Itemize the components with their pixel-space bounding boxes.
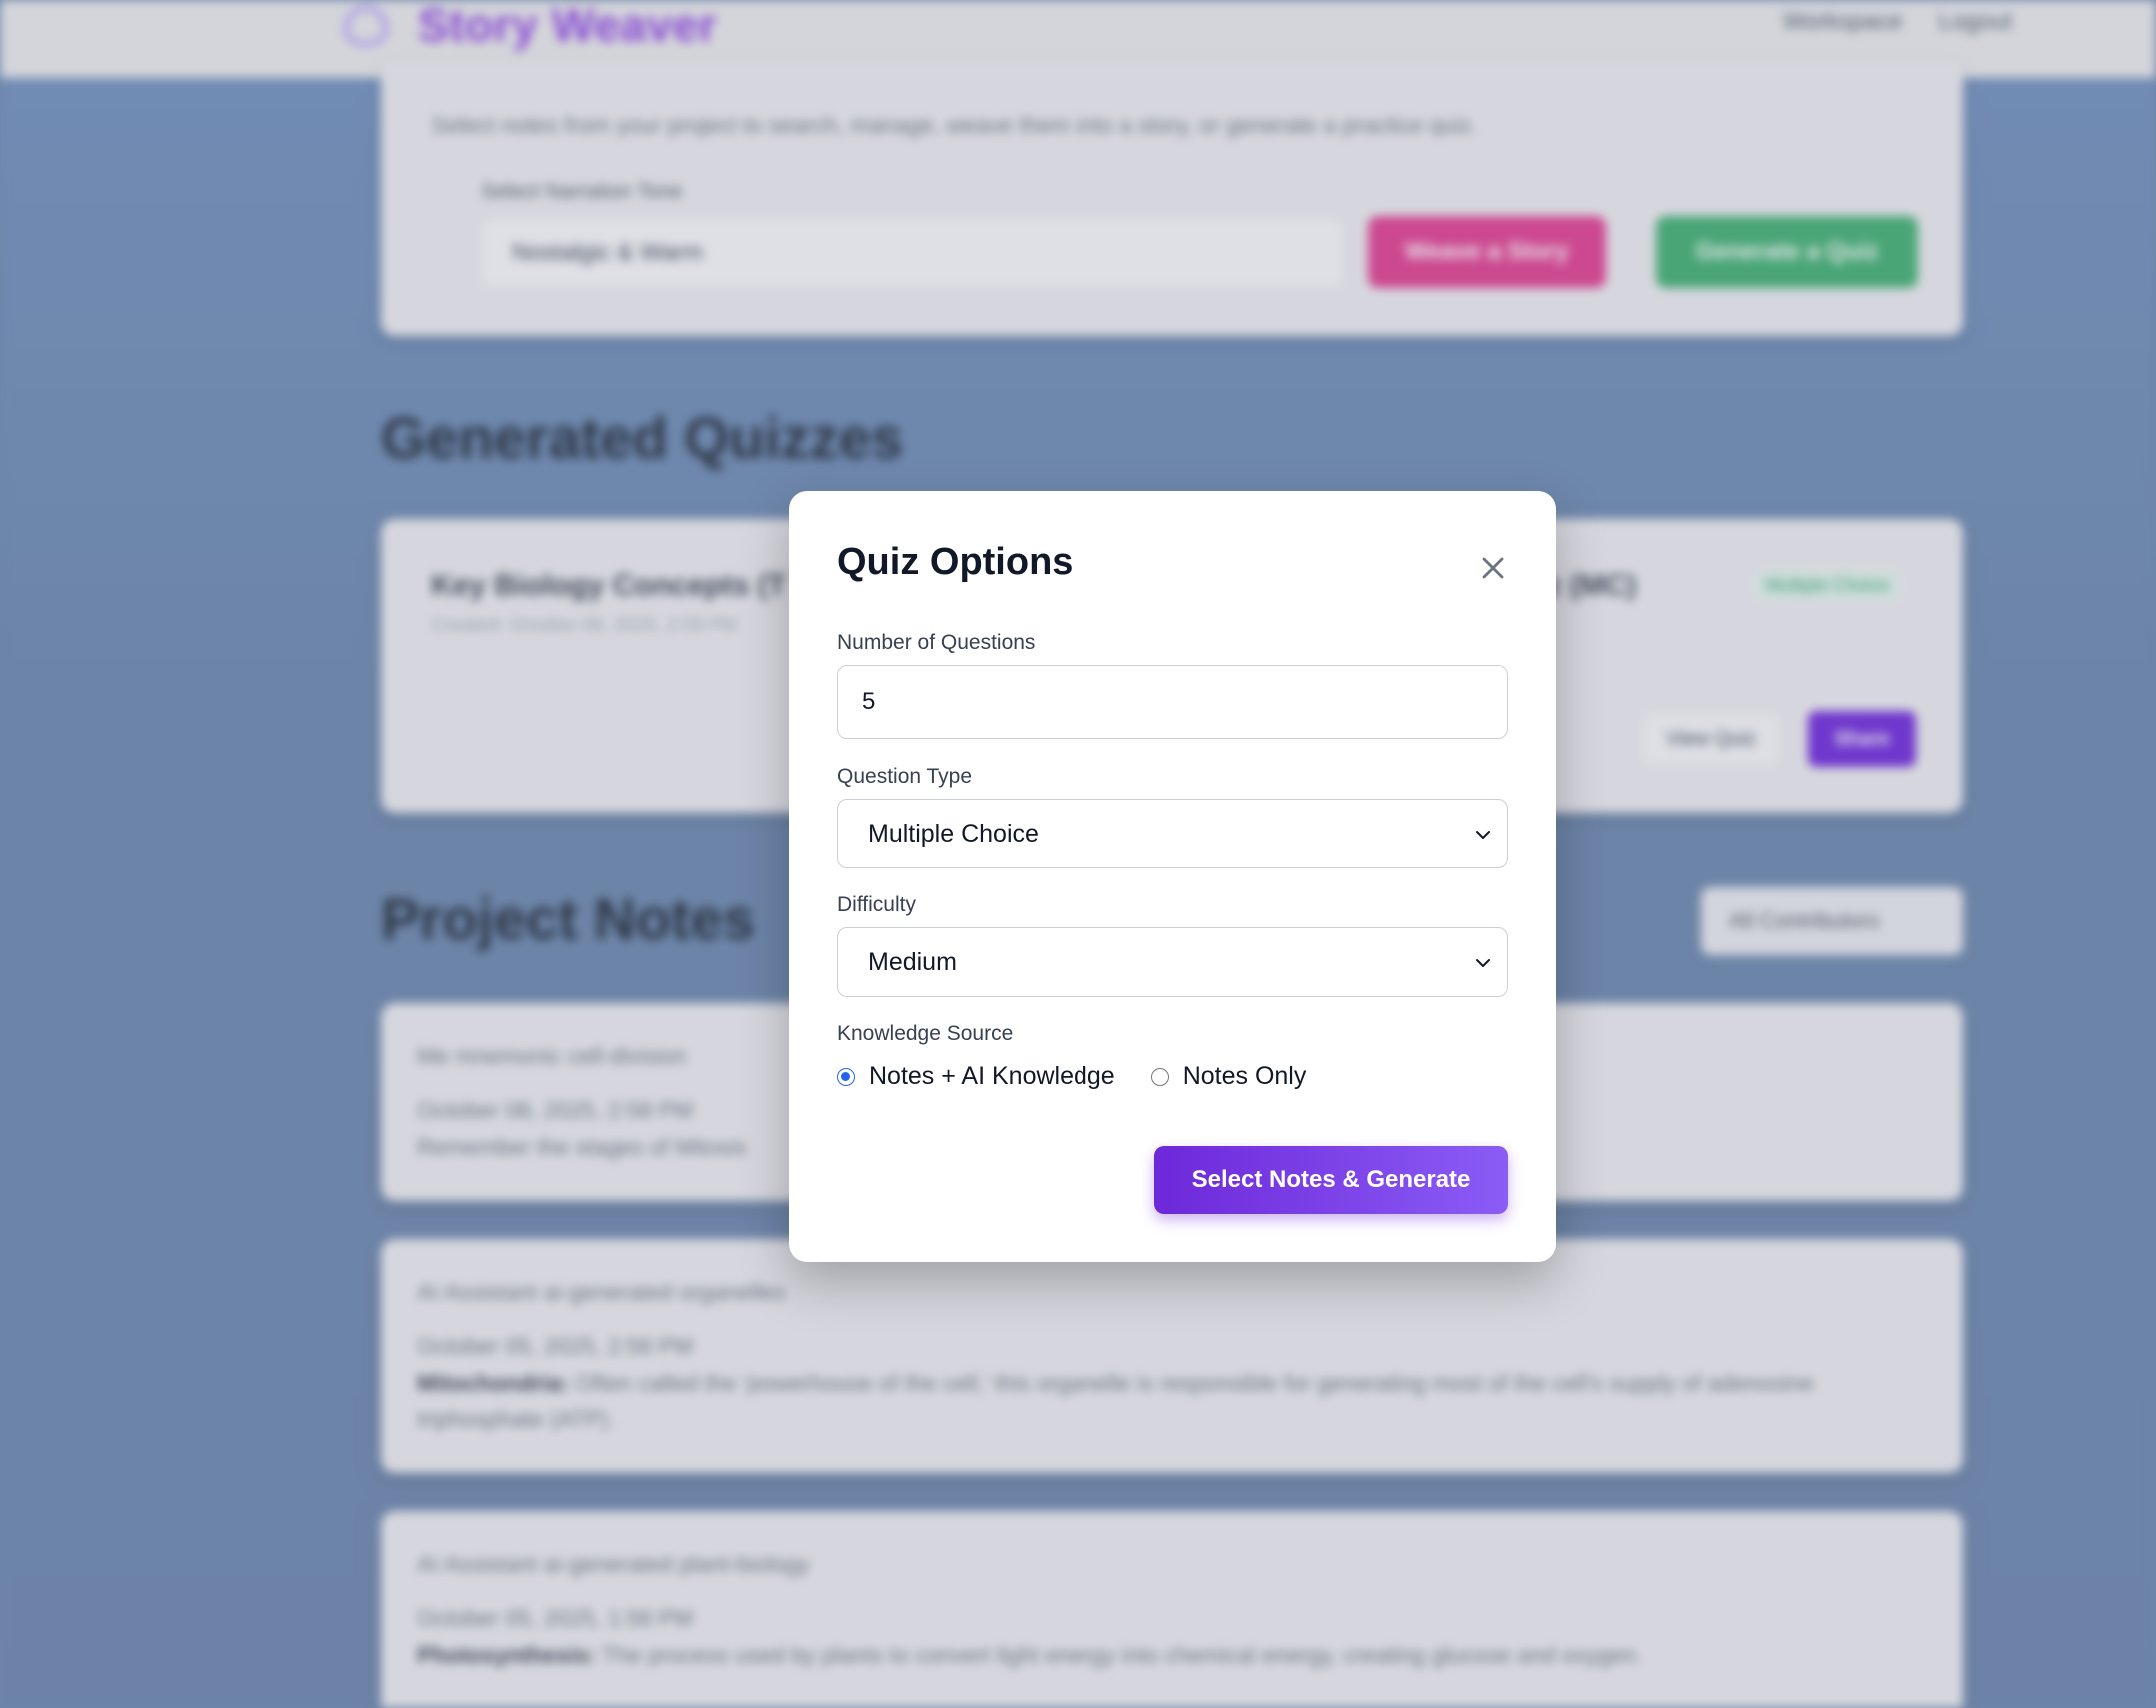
close-button[interactable] — [1476, 551, 1510, 585]
radio-notes-ai-label: Notes + AI Knowledge — [869, 1062, 1115, 1090]
radio-selected-icon[interactable] — [837, 1067, 855, 1086]
difficulty-select[interactable]: Medium — [837, 927, 1508, 997]
chevron-down-icon — [1476, 831, 1490, 839]
radio-unselected-icon[interactable] — [1150, 1067, 1169, 1086]
question-type-select[interactable]: Multiple Choice — [837, 799, 1508, 868]
difficulty-label: Difficulty — [837, 893, 916, 916]
radio-notes-only-label: Notes Only — [1182, 1062, 1307, 1090]
num-questions-label: Number of Questions — [837, 631, 1036, 654]
radio-notes-only[interactable]: Notes Only — [1150, 1062, 1307, 1091]
modal-title: Quiz Options — [837, 541, 1074, 583]
knowledge-source-label: Knowledge Source — [837, 1022, 1014, 1045]
question-type-label: Question Type — [837, 765, 973, 788]
select-notes-generate-button[interactable]: Select Notes & Generate — [1154, 1146, 1508, 1214]
knowledge-source-radio-group: Notes + AI Knowledge Notes Only — [837, 1062, 1306, 1091]
num-questions-input[interactable] — [837, 665, 1508, 739]
chevron-down-icon — [1476, 959, 1490, 967]
radio-notes-ai[interactable]: Notes + AI Knowledge — [837, 1062, 1115, 1091]
close-icon — [1482, 557, 1504, 579]
difficulty-value: Medium — [868, 947, 957, 976]
question-type-value: Multiple Choice — [868, 819, 1039, 848]
quiz-options-modal: Quiz Options Number of Questions Questio… — [789, 491, 1556, 1262]
